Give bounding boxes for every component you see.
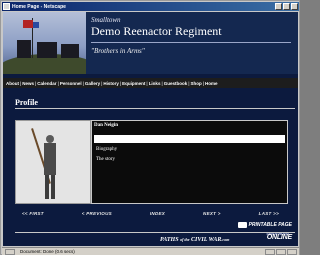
site-subtitle: Smalltown [91,16,121,24]
soldier-leg [51,175,55,199]
title-divider [91,42,291,43]
page-content: Smalltown Demo Reenactor Regiment "Broth… [3,12,298,246]
browser-window: Home Page - Netscape Smalltown Demo Reen… [0,0,300,255]
soldier-portrait [15,120,91,204]
flag-blue [33,22,39,28]
flag-red [23,20,33,28]
window-controls [275,3,298,10]
nav-links[interactable]: Links [149,81,161,86]
nav-home[interactable]: Home [205,81,218,86]
soldier-head [46,135,54,143]
story-text: The story [96,157,116,162]
last-link[interactable]: LAST >> [259,211,279,216]
brand-part: PATHS [160,237,179,243]
brand-part: CIVIL WAR [191,237,222,243]
profile-heading: Profile [15,98,38,107]
online-logo[interactable]: ONLINE [267,234,292,241]
printer-icon [237,222,247,228]
status-cell [287,249,297,255]
nav-separator: | [35,80,37,86]
nav-calendar[interactable]: Calendar [37,81,56,86]
nav-separator: | [161,80,163,86]
status-text: Document: Done (0.6 secs) [20,249,75,254]
footer-divider [15,232,295,233]
site-title: Demo Reenactor Regiment [91,24,222,38]
index-link[interactable]: INDEX [150,211,165,216]
pager: << FIRST < PREVIOUS INDEX NEXT > LAST >> [3,209,298,217]
header-banner: Smalltown Demo Reenactor Regiment "Broth… [3,12,298,74]
horse-silhouette [37,42,57,58]
nav-history[interactable]: History [103,81,119,86]
soldier-body [44,143,56,175]
paths-of-civil-war-logo[interactable]: PATHS of the CIVIL WAR.com [160,237,229,243]
nav-separator: | [57,80,59,86]
nav-separator: | [101,80,103,86]
nav-equipment[interactable]: Equipment [122,81,145,86]
cavalry-photo [3,12,86,74]
printable-label: PRINTABLE PAGE [248,222,292,228]
nav-separator: | [188,80,190,86]
nav-separator: | [82,80,84,86]
nav-bar: About | News | Calendar | Personnel | Galler… [3,78,298,88]
brand-part: .com [221,237,230,242]
status-cell [265,249,275,255]
title-bar[interactable]: Home Page - Netscape [2,2,299,11]
status-cell [276,249,286,255]
nav-shop[interactable]: Shop [191,81,202,86]
brand-part: of the [180,237,190,242]
first-link[interactable]: << FIRST [22,211,44,216]
minimize-button[interactable] [275,3,282,10]
info-band [94,135,285,143]
close-button[interactable] [291,3,298,10]
status-bar: Document: Done (0.6 secs) [2,247,299,255]
site-motto: "Brothers in Arms" [91,47,145,55]
nav-guestbook[interactable]: Guestbook [164,81,188,86]
nav-about[interactable]: About [6,81,19,86]
printable-page-link[interactable]: PRINTABLE PAGE [237,222,292,228]
profile-divider [15,108,295,109]
nav-news[interactable]: News [22,81,34,86]
soldier-leg [45,175,49,199]
member-name: Dan Neigin [94,123,119,128]
next-link[interactable]: NEXT > [203,211,221,216]
nav-personnel[interactable]: Personnel [60,81,82,86]
security-icon [5,249,15,255]
nav-separator: | [202,80,205,86]
nav-separator: | [119,80,122,86]
biography-label: Biography [96,147,118,152]
nav-separator: | [146,80,148,86]
maximize-button[interactable] [283,3,290,10]
nav-gallery[interactable]: Gallery [85,81,100,86]
previous-link[interactable]: < PREVIOUS [82,211,112,216]
nav-separator: | [20,80,22,86]
rider-silhouette [17,40,31,58]
netscape-icon [3,3,10,10]
profile-info-panel: Dan Neigin Biography The story [91,120,288,204]
horse-silhouette [61,44,79,58]
window-title: Home Page - Netscape [12,3,66,10]
